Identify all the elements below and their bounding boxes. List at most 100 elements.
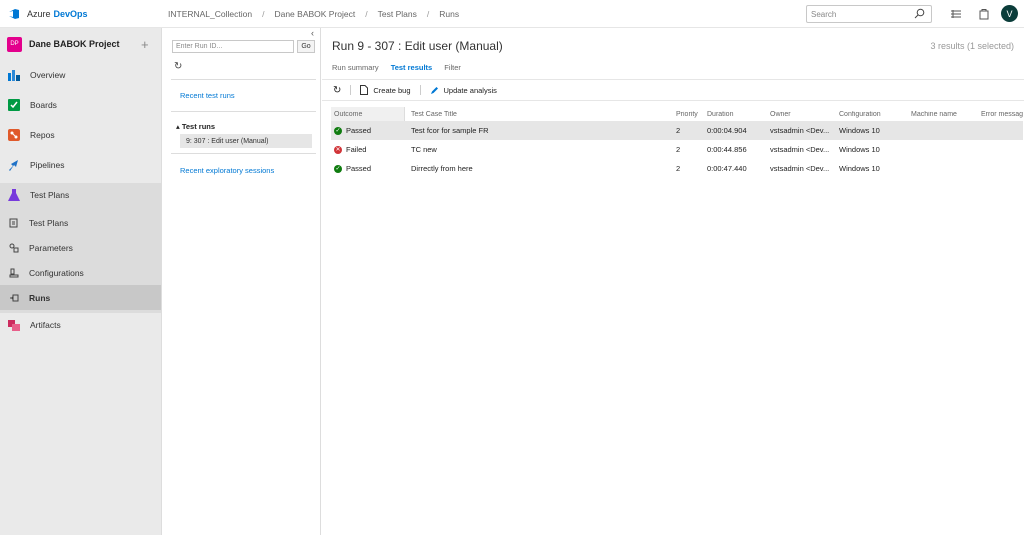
column-header-error-message[interactable]: Error messag <box>981 111 1023 118</box>
document-icon <box>360 85 369 95</box>
sidebar-item-label: Repos <box>30 130 55 140</box>
table-body: ✓ Passed Test fcor for sample FR 2 0:00:… <box>331 121 1023 178</box>
recent-exploratory-sessions-link[interactable]: Recent exploratory sessions <box>180 166 274 175</box>
sidebar-subitem-runs[interactable]: Runs <box>0 285 161 310</box>
run-id-input[interactable]: Enter Run ID... <box>172 40 294 53</box>
results-count: 3 results (1 selected) <box>930 41 1014 51</box>
owner-cell: vstsadmin <Dev... <box>770 126 830 135</box>
sidebar-subitem-label: Configurations <box>29 267 84 278</box>
sidebar-item-repos[interactable]: Repos <box>0 120 161 150</box>
brand-prefix: Azure <box>27 8 51 19</box>
tab-run-summary[interactable]: Run summary <box>332 63 379 72</box>
project-badge: DP <box>7 36 22 52</box>
runs-icon <box>10 294 19 301</box>
sidebar-item-boards[interactable]: Boards <box>0 90 161 120</box>
project-header[interactable]: DP Dane BABOK Project + <box>0 28 161 60</box>
column-header-configuration[interactable]: Configuration <box>839 111 911 118</box>
tab-bar: Run summary Test results Filter <box>332 63 473 72</box>
column-header-outcome[interactable]: Outcome <box>331 107 405 121</box>
table-row[interactable]: ✕ Failed TC new 2 0:00:44.856 vstsadmin … <box>331 140 1023 159</box>
sidebar-item-label: Pipelines <box>30 160 65 170</box>
create-bug-button[interactable]: Create bug <box>360 85 411 95</box>
sidebar-item-overview[interactable]: Overview <box>0 60 161 90</box>
tab-test-results[interactable]: Test results <box>391 63 433 72</box>
breadcrumb-test-plans[interactable]: Test Plans <box>378 9 417 19</box>
go-button[interactable]: Go <box>297 40 315 53</box>
configurations-icon <box>9 268 19 277</box>
sidebar-item-test-plans[interactable]: Test Plans <box>0 180 161 210</box>
runs-panel: ‹ Enter Run ID... Go ↻ Recent test runs … <box>162 28 321 535</box>
priority-cell: 2 <box>676 126 681 135</box>
collapse-panel-icon[interactable]: ‹ <box>311 28 314 38</box>
owner-cell: vstsadmin <Dev... <box>770 145 830 154</box>
overview-icon <box>8 70 20 81</box>
outcome-label: Failed <box>346 145 367 154</box>
tab-filter[interactable]: Filter <box>444 63 461 72</box>
breadcrumb-collection[interactable]: INTERNAL_Collection <box>168 9 252 19</box>
outcome-label: Passed <box>346 164 372 173</box>
test-run-item[interactable]: 9: 307 : Edit user (Manual) <box>180 134 312 148</box>
toolbar-separator <box>350 85 352 95</box>
outcome-label: Passed <box>346 126 372 135</box>
search-icon[interactable] <box>914 8 925 19</box>
sidebar-item-label: Artifacts <box>30 320 61 330</box>
project-name: Dane BABOK Project <box>29 39 120 49</box>
list-settings-icon[interactable] <box>949 7 963 21</box>
configuration-cell: Windows 10 <box>839 126 880 135</box>
configuration-cell: Windows 10 <box>839 145 880 154</box>
sidebar-subitem-label: Test Plans <box>29 217 69 228</box>
title-cell: Test fcor for sample FR <box>411 126 489 135</box>
avatar[interactable]: V <box>1001 5 1018 22</box>
sidebar-subitem-label: Runs <box>29 292 51 303</box>
test-runs-header-label: Test runs <box>181 122 216 131</box>
status-icon: ✓ <box>334 164 342 173</box>
column-header-machine-name[interactable]: Machine name <box>911 111 981 118</box>
results-table: Outcome Test Case Title Priority Duratio… <box>331 107 1023 178</box>
configuration-cell: Windows 10 <box>839 164 880 173</box>
update-analysis-button[interactable]: Update analysis <box>430 86 497 95</box>
test-runs-header[interactable]: ▴ Test runs <box>176 122 215 131</box>
sidebar-subitem-test-plans[interactable]: Test Plans <box>0 210 161 235</box>
sidebar-subitem-parameters[interactable]: Parameters <box>0 235 161 260</box>
priority-cell: 2 <box>676 164 681 173</box>
add-icon[interactable]: + <box>141 37 149 52</box>
outcome-cell: ✕ Failed <box>331 145 405 154</box>
title-cell: Dirrectly from here <box>411 164 473 173</box>
column-header-title[interactable]: Test Case Title <box>405 111 676 118</box>
toolbar: ↻ Create bug Update analysis <box>322 79 1024 101</box>
divider <box>171 79 316 80</box>
left-navigation: DP Dane BABOK Project + Overview Boards … <box>0 28 162 535</box>
divider <box>171 111 316 112</box>
refresh-icon[interactable]: ↻ <box>174 61 182 72</box>
brand[interactable]: Azure DevOps <box>0 0 162 28</box>
recent-test-runs-link[interactable]: Recent test runs <box>180 91 235 100</box>
breadcrumb-separator: / <box>426 8 430 19</box>
sidebar-subitem-label: Parameters <box>29 242 73 253</box>
test-plans-sub-icon <box>9 218 18 227</box>
breadcrumb-separator: / <box>365 8 368 19</box>
search-input[interactable]: Search <box>806 5 932 23</box>
breadcrumb-project[interactable]: Dane BABOK Project <box>274 9 355 19</box>
create-bug-label: Create bug <box>373 85 411 95</box>
sidebar-subitem-configurations[interactable]: Configurations <box>0 260 161 285</box>
column-header-duration[interactable]: Duration <box>707 111 770 118</box>
pencil-icon <box>430 86 438 94</box>
main-content: Run 9 - 307 : Edit user (Manual) 3 resul… <box>322 28 1024 535</box>
table-row[interactable]: ✓ Passed Dirrectly from here 2 0:00:47.4… <box>331 159 1023 178</box>
priority-cell: 2 <box>676 145 681 154</box>
duration-cell: 0:00:47.440 <box>707 164 747 173</box>
title-cell: TC new <box>411 145 437 154</box>
run-id-placeholder: Enter Run ID... <box>176 43 223 50</box>
breadcrumb-runs[interactable]: Runs <box>439 9 459 19</box>
sidebar-item-label: Test Plans <box>30 190 70 200</box>
column-header-priority[interactable]: Priority <box>676 111 707 118</box>
brand-name: DevOps <box>53 8 88 19</box>
table-row[interactable]: ✓ Passed Test fcor for sample FR 2 0:00:… <box>331 121 1023 140</box>
shopping-bag-icon[interactable] <box>977 7 991 21</box>
column-header-owner[interactable]: Owner <box>770 111 839 118</box>
sidebar-item-pipelines[interactable]: Pipelines <box>0 150 161 180</box>
pipelines-icon <box>9 160 18 171</box>
refresh-icon[interactable]: ↻ <box>333 85 341 96</box>
update-analysis-label: Update analysis <box>443 85 497 95</box>
sidebar-item-artifacts[interactable]: Artifacts <box>0 310 161 340</box>
